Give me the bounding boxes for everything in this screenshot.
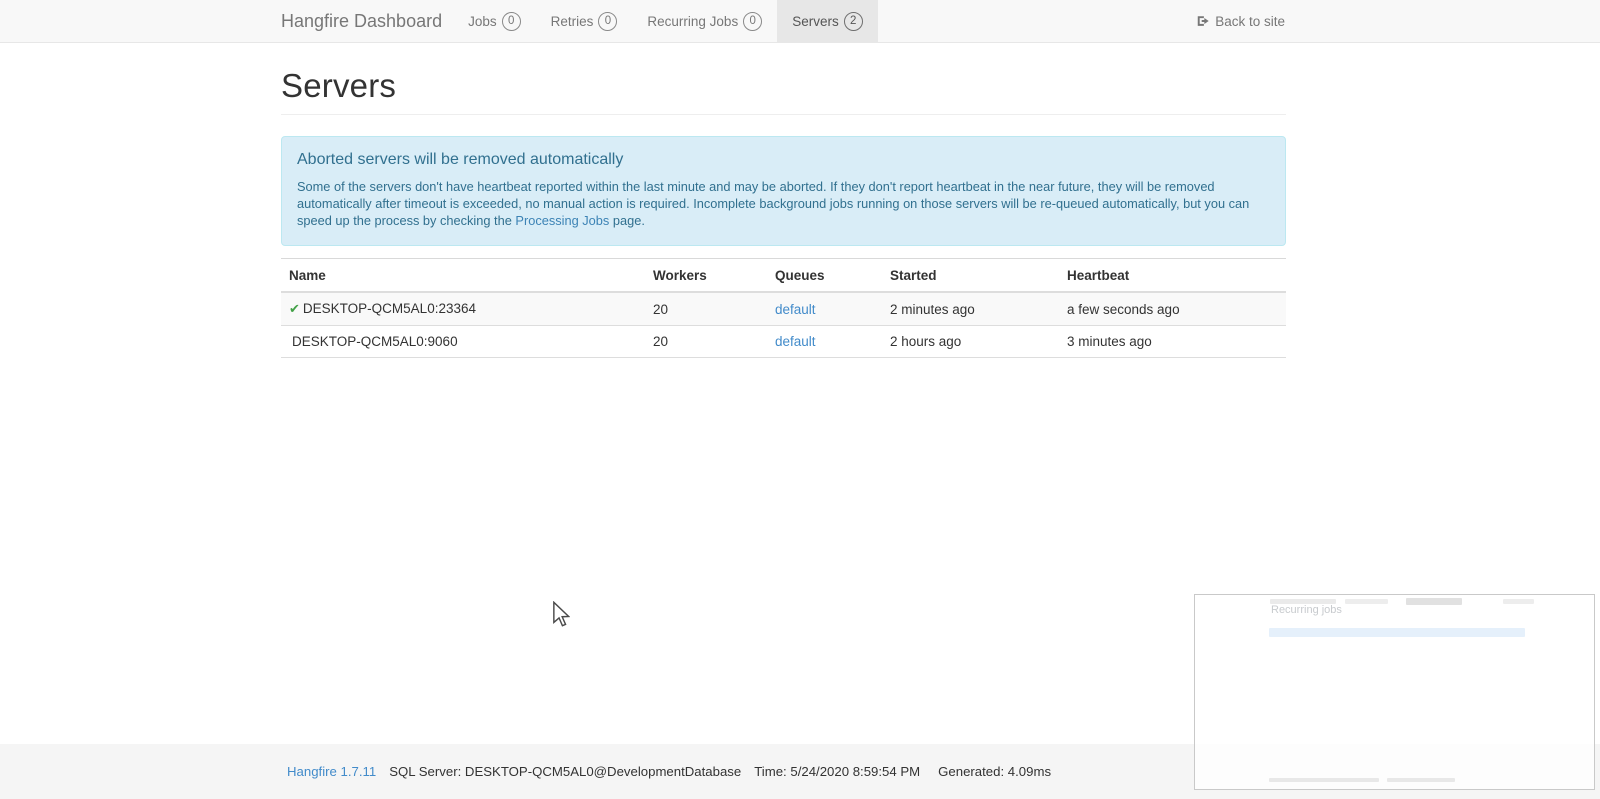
jobs-count-badge: 0 — [501, 11, 521, 31]
processing-jobs-link[interactable]: Processing Jobs — [515, 213, 609, 228]
server-name-cell: ✔ DESKTOP-QCM5AL0:23364 — [281, 292, 645, 326]
heartbeat-cell: 3 minutes ago — [1059, 325, 1286, 358]
nav-tab-retries-label: Retries — [550, 13, 594, 29]
alert-title: Aborted servers will be removed automati… — [297, 151, 624, 168]
retries-count-badge: 0 — [598, 11, 618, 31]
server-name: DESKTOP-QCM5AL0:9060 — [292, 334, 458, 349]
nav-tab-servers-label: Servers — [792, 13, 839, 29]
log-out-icon — [1196, 14, 1210, 28]
servers-count-badge: 2 — [843, 11, 863, 31]
header-workers: Workers — [645, 258, 767, 293]
servers-table-header: Name Workers Queues Started Heartbeat — [281, 258, 1286, 293]
fading-page-preview: Recurring jobs — [1194, 594, 1595, 790]
nav-tab-jobs[interactable]: Jobs 0 — [453, 0, 536, 42]
workers-cell: 20 — [645, 292, 767, 326]
nav-tab-recurring-jobs-label: Recurring Jobs — [647, 13, 739, 29]
server-active-check-icon: ✔ — [289, 301, 300, 316]
alert-body-text: Some of the servers don't have heartbeat… — [297, 179, 1250, 228]
navbar: Hangfire Dashboard Jobs 0 Retries 0 Recu… — [0, 0, 1600, 43]
workers-cell: 20 — [645, 325, 767, 358]
ghost-preview-title: Recurring jobs — [1271, 604, 1342, 616]
table-row: ✔ DESKTOP-QCM5AL0:23364 20 default 2 minu… — [281, 292, 1286, 326]
queues-cell: default — [767, 292, 882, 326]
aborted-servers-alert: Aborted servers will be removed automati… — [281, 136, 1286, 246]
ghost-nav-bar — [1345, 599, 1388, 604]
footer-inner: Hangfire 1.7.11 SQL Server: DESKTOP-QCM5… — [287, 764, 1051, 779]
server-name-cell: DESKTOP-QCM5AL0:9060 — [281, 325, 645, 358]
servers-table: Name Workers Queues Started Heartbeat ✔ D… — [281, 258, 1286, 358]
nav-tab-servers[interactable]: Servers 2 — [777, 0, 878, 42]
footer-storage-info: SQL Server: DESKTOP-QCM5AL0@DevelopmentD… — [389, 764, 742, 779]
queues-cell: default — [767, 325, 882, 358]
nav-tab-retries[interactable]: Retries 0 — [536, 0, 633, 42]
ghost-nav-bar — [1406, 598, 1462, 605]
header-queues: Queues — [767, 258, 882, 293]
ghost-nav-bar — [1503, 599, 1534, 604]
nav-tab-jobs-label: Jobs — [468, 13, 497, 29]
started-cell: 2 hours ago — [882, 325, 1059, 358]
ghost-highlighted-row — [1269, 628, 1525, 637]
heartbeat-cell: a few seconds ago — [1059, 292, 1286, 326]
back-to-site-label: Back to site — [1215, 13, 1285, 29]
ghost-footer-text — [1269, 778, 1379, 782]
brand-hangfire-dashboard[interactable]: Hangfire Dashboard — [281, 0, 442, 42]
header-heartbeat: Heartbeat — [1059, 258, 1286, 293]
footer-server-time: Time: 5/24/2020 8:59:54 PM — [754, 764, 921, 779]
alert-body-end: page. — [609, 213, 645, 228]
queue-default-link[interactable]: default — [775, 302, 816, 317]
footer-generated-time: Generated: 4.09ms — [938, 764, 1052, 779]
hangfire-version-link[interactable]: Hangfire 1.7.11 — [287, 764, 376, 779]
page-title: Servers — [281, 67, 397, 104]
main-content: Servers Aborted servers will be removed … — [281, 67, 1286, 358]
nav-items: Jobs 0 Retries 0 Recurring Jobs 0 Server… — [453, 0, 878, 42]
queue-default-link[interactable]: default — [775, 334, 816, 349]
navbar-inner: Hangfire Dashboard Jobs 0 Retries 0 Recu… — [281, 0, 1287, 42]
ghost-footer-text — [1387, 778, 1455, 782]
table-row: DESKTOP-QCM5AL0:9060 20 default 2 hours … — [281, 325, 1286, 358]
title-divider — [281, 114, 1286, 115]
header-name: Name — [281, 258, 645, 293]
back-to-site-link[interactable]: Back to site — [1196, 0, 1287, 42]
alert-body: Some of the servers don't have heartbeat… — [297, 178, 1270, 229]
server-name: DESKTOP-QCM5AL0:23364 — [302, 301, 476, 316]
header-started: Started — [882, 258, 1059, 293]
nav-tab-recurring-jobs[interactable]: Recurring Jobs 0 — [632, 0, 777, 42]
started-cell: 2 minutes ago — [882, 292, 1059, 326]
mouse-cursor — [552, 600, 571, 630]
recurring-jobs-count-badge: 0 — [743, 11, 763, 31]
